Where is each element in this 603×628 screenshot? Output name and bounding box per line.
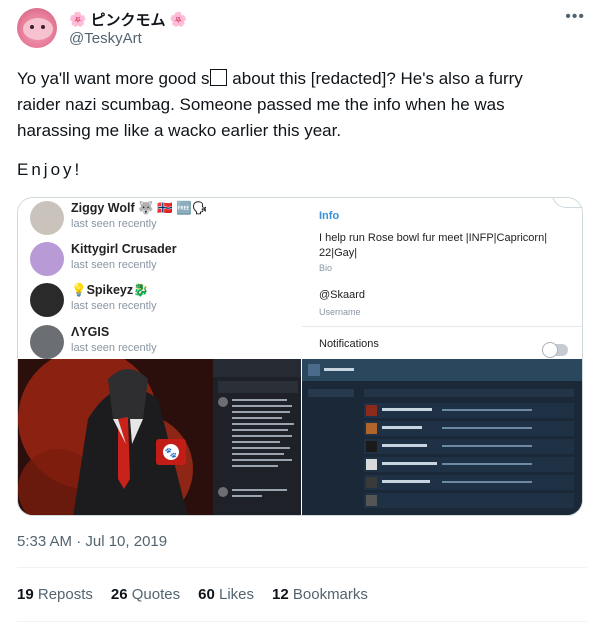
svg-text:🐾: 🐾 — [165, 447, 177, 459]
bookmarks-label: Bookmarks — [292, 586, 368, 603]
username-label: Username — [319, 307, 361, 317]
bio-text: I help run Rose bowl fur meet |INFP|Capr… — [319, 232, 548, 259]
username-text: @Skaard — [319, 289, 366, 301]
contact-name: Ziggy Wolf 🐺 🇳🇴 🆓🗣 — [71, 201, 208, 215]
profile-info-screenshot[interactable]: Info I help run Rose bowl fur meet |INFP… — [302, 198, 582, 358]
avatar-eye — [41, 25, 45, 29]
tweet-text-segment: about this [redacted]? He's also a furry — [232, 69, 523, 88]
contact-avatar — [30, 201, 64, 235]
contact-status: last seen recently — [71, 259, 157, 271]
notifications-toggle — [542, 342, 568, 358]
author-display-name[interactable]: ピンクモム — [90, 9, 165, 30]
contact-name: ΛYGIS — [71, 325, 110, 339]
contact-status: last seen recently — [71, 218, 157, 230]
author-avatar[interactable] — [17, 8, 57, 48]
tweet-text-segment: Yo ya'll want more good s — [17, 69, 210, 88]
reposts-label: Reposts — [37, 586, 93, 603]
share-icon — [552, 198, 582, 208]
tweet-line: harassing me like a wacko earlier this y… — [17, 121, 342, 140]
media-grid[interactable]: Ziggy Wolf 🐺 🇳🇴 🆓🗣 last seen recently Ki… — [17, 197, 583, 516]
quotes-count: 26 — [110, 586, 128, 603]
divider — [17, 621, 587, 622]
contact-avatar — [30, 325, 64, 359]
artwork-chat-screenshot[interactable]: 🐾 — [18, 359, 301, 515]
info-heading: Info — [319, 210, 340, 222]
censor-box — [209, 69, 227, 86]
divider — [17, 567, 587, 568]
contact-item: Ziggy Wolf 🐺 🇳🇴 🆓🗣 last seen recently — [30, 198, 295, 238]
divider — [302, 326, 582, 327]
tweet-timestamp[interactable]: 5:33 AM · Jul 10, 2019 — [17, 533, 167, 550]
contact-status: last seen recently — [71, 300, 157, 312]
tweet-body: Yo ya'll want more good s about this [re… — [17, 66, 577, 144]
tweet-line: raider nazi scumbag. Someone passed me t… — [17, 95, 505, 114]
bookmarks-count: 12 — [272, 586, 289, 603]
more-options-icon[interactable]: ••• — [565, 8, 585, 26]
reposts-stat[interactable]: 19 Reposts — [17, 586, 93, 603]
notifications-label: Notifications — [319, 338, 379, 350]
contacts-screenshot[interactable]: Ziggy Wolf 🐺 🇳🇴 🆓🗣 last seen recently Ki… — [18, 198, 301, 359]
quotes-stat[interactable]: 26 Quotes — [111, 586, 180, 603]
contact-status: last seen recently — [71, 342, 157, 354]
author-name-row[interactable]: 🌸 ピンクモム 🌸 — [69, 9, 187, 30]
avatar-eye — [30, 25, 34, 29]
tweet-enjoy: Enjoy! — [17, 160, 83, 179]
likes-stat[interactable]: 60 Likes — [198, 586, 254, 603]
reposts-count: 19 — [17, 586, 34, 603]
contact-item: Kittygirl Crusader last seen recently — [30, 239, 295, 279]
steam-groups-illustration — [302, 359, 582, 515]
flower-icon: 🌸 — [169, 11, 187, 27]
likes-label: Likes — [218, 586, 255, 603]
flower-icon: 🌸 — [69, 11, 87, 27]
tweet-header: 🌸 ピンクモム 🌸 @TeskyArt ••• — [17, 8, 587, 52]
contact-name: 💡Spikeyz🐉 — [71, 283, 149, 297]
tweet-line: Yo ya'll want more good s about this [re… — [17, 66, 577, 92]
contact-avatar — [30, 283, 64, 317]
avatar-face — [23, 18, 53, 40]
quotes-label: Quotes — [131, 586, 181, 603]
bookmarks-stat[interactable]: 12 Bookmarks — [272, 586, 368, 603]
contact-item: 💡Spikeyz🐉 last seen recently — [30, 280, 295, 320]
author-handle[interactable]: @TeskyArt — [69, 30, 142, 47]
contact-name: Kittygirl Crusader — [71, 242, 177, 256]
steam-groups-screenshot[interactable] — [302, 359, 582, 515]
contact-item: ΛYGIS last seen recently — [30, 322, 295, 362]
likes-count: 60 — [198, 586, 215, 603]
contact-avatar — [30, 242, 64, 276]
artwork-illustration: 🐾 — [18, 359, 301, 515]
bio-label: Bio — [319, 263, 333, 273]
engagement-stats: 19 Reposts 26 Quotes 60 Likes 12 Bookmar… — [17, 586, 368, 603]
